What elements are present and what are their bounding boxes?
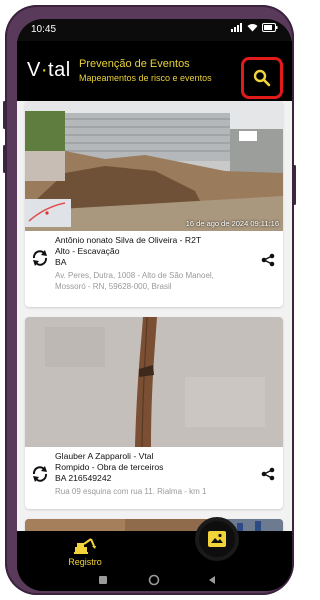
- search-button[interactable]: [241, 57, 283, 99]
- nav-registro[interactable]: Registro: [55, 537, 115, 567]
- wifi-icon: [247, 24, 258, 32]
- event-status: Rompido - Obra de terceiros: [55, 462, 164, 472]
- status-time: 10:45: [31, 24, 57, 35]
- page-subtitle: Mapeamentos de risco e eventos: [79, 73, 212, 83]
- logo-prefix: V: [27, 59, 41, 81]
- system-nav-icons: [99, 574, 215, 586]
- sync-icon: [32, 250, 48, 266]
- event-region: BA 216549242: [55, 473, 112, 483]
- phone-frame: 10:45 V·tal Prevenção de Eventos Mapeame…: [3, 5, 296, 595]
- event-card-details[interactable]: Antônio nonato Silva de Oliveira - R2T A…: [25, 231, 283, 307]
- back-icon: [209, 576, 215, 584]
- event-region: BA: [55, 257, 67, 267]
- share-icon[interactable]: [261, 253, 275, 267]
- photo-icon: [208, 531, 226, 547]
- event-card[interactable]: 16 de ago de 2024 09:11:16 Antônio nonat…: [25, 101, 283, 307]
- screen: 10:45 V·tal Prevenção de Eventos Mapeame…: [17, 19, 292, 591]
- event-photo[interactable]: [25, 519, 283, 531]
- event-address-line2: Mossoró - RN, 59628-000, Brasil: [55, 282, 172, 291]
- event-feed[interactable]: 16 de ago de 2024 09:11:16 Antônio nonat…: [17, 101, 292, 531]
- bottom-nav: Registro: [17, 517, 292, 591]
- event-photo[interactable]: [25, 317, 283, 447]
- logo-dot: ·: [40, 59, 49, 81]
- volume-button: [3, 101, 6, 129]
- photo-timestamp: 16 de ago de 2024 09:11:16: [185, 219, 279, 228]
- event-address-line1: Rua 09 esquina com rua 11. Rialma - km 1: [55, 487, 207, 496]
- event-photo[interactable]: [25, 101, 283, 231]
- reporter-name: Glauber A Zapparoli - Vtal: [55, 451, 154, 461]
- status-bar: 10:45: [17, 19, 292, 41]
- share-icon[interactable]: [261, 467, 275, 481]
- add-photo-button[interactable]: [195, 517, 239, 561]
- excavator-icon: [74, 538, 96, 554]
- signal-icon: [231, 23, 242, 32]
- page-title: Prevenção de Eventos: [79, 58, 190, 70]
- home-icon: [148, 574, 160, 586]
- event-card[interactable]: [25, 519, 283, 531]
- recents-icon: [99, 576, 107, 584]
- event-card[interactable]: Glauber A Zapparoli - Vtal Rompido - Obr…: [25, 317, 283, 509]
- event-status: Alto - Escavação: [55, 246, 120, 256]
- power-button: [293, 165, 296, 205]
- reporter-name: Antônio nonato Silva de Oliveira - R2T: [55, 235, 202, 245]
- event-card-details[interactable]: Glauber A Zapparoli - Vtal Rompido - Obr…: [25, 447, 283, 509]
- vtal-logo: V·tal: [27, 59, 71, 82]
- logo-suffix: tal: [48, 59, 71, 81]
- app-header: V·tal Prevenção de Eventos Mapeamentos d…: [17, 41, 292, 101]
- event-address-line1: Av. Peres, Dutra, 1008 - Alto de São Man…: [55, 271, 214, 280]
- status-icons: [231, 23, 278, 32]
- battery-icon: [262, 23, 278, 32]
- sync-icon: [32, 466, 48, 482]
- nav-registro-label: Registro: [68, 557, 102, 567]
- volume-button-2: [3, 145, 6, 173]
- search-icon: [253, 69, 271, 87]
- system-nav: [17, 571, 292, 589]
